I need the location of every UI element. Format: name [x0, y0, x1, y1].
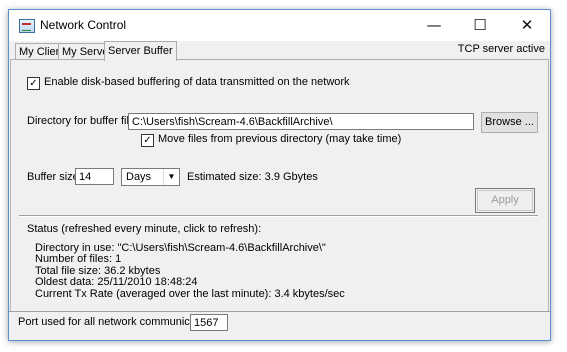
directory-label: Directory for buffer files:: [27, 115, 144, 127]
buffer-size-label: Buffer size: [27, 171, 79, 183]
status-oldest-data: Oldest data: 25/11/2010 18:48:24: [35, 276, 198, 289]
title-bar[interactable]: Network Control — ☐ ✕: [9, 10, 550, 41]
directory-input[interactable]: C:\Users\fish\Scream-4.6\BackfillArchive…: [128, 113, 474, 130]
status-details: Directory in use: "C:\Users\fish\Scream-…: [35, 242, 345, 300]
network-app-icon: [19, 19, 35, 33]
buffer-size-unit-select[interactable]: Days ▼: [121, 168, 180, 186]
close-button[interactable]: ✕: [504, 10, 550, 41]
buffer-size-input[interactable]: 14: [75, 168, 114, 185]
move-files-label: Move files from previous directory (may …: [158, 133, 402, 145]
minimize-button[interactable]: —: [411, 10, 457, 41]
enable-buffering-label: Enable disk-based buffering of data tran…: [44, 76, 350, 88]
move-files-checkbox[interactable]: ✓: [141, 134, 154, 147]
status-heading[interactable]: Status (refreshed every minute, click to…: [27, 223, 261, 235]
chevron-down-icon: ▼: [163, 169, 179, 185]
footer-divider: [9, 311, 550, 312]
buffer-size-unit-value: Days: [126, 171, 152, 183]
estimated-size-text: Estimated size: 3.9 Gbytes: [187, 171, 318, 183]
tab-server-buffer[interactable]: Server Buffer: [104, 41, 177, 61]
network-control-window: Network Control — ☐ ✕ My Client My Serve…: [8, 9, 551, 341]
server-buffer-panel: ✓ Enable disk-based buffering of data tr…: [10, 59, 549, 312]
enable-buffering-checkbox[interactable]: ✓: [27, 77, 40, 90]
apply-button[interactable]: Apply: [475, 188, 535, 213]
port-input[interactable]: 1567: [190, 314, 228, 331]
browse-button[interactable]: Browse ...: [481, 112, 538, 133]
maximize-button[interactable]: ☐: [457, 10, 503, 41]
window-title: Network Control: [40, 18, 127, 32]
server-status-text: TCP server active: [457, 43, 545, 55]
section-divider: [19, 215, 538, 217]
status-tx-rate: Current Tx Rate (averaged over the last …: [35, 287, 345, 300]
